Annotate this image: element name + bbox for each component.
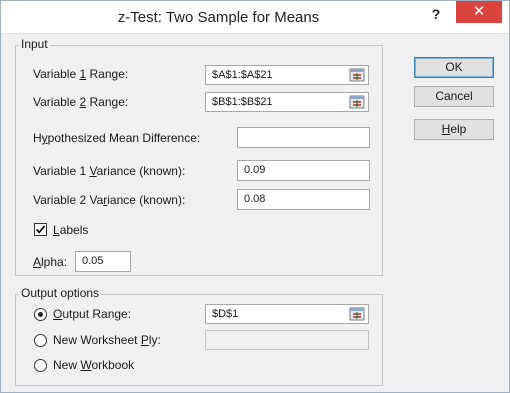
output-range-label[interactable]: Output Range:	[53, 307, 131, 321]
variable-2-range-value: $B$1:$B$21	[212, 96, 273, 108]
checkmark-icon	[35, 225, 46, 234]
hypothesized-mean-difference-input[interactable]	[237, 127, 370, 148]
variable-2-variance-label: Variable 2 Variance (known):	[33, 193, 186, 207]
variable-2-variance-input[interactable]: 0.08	[237, 189, 370, 210]
output-options-group-label: Output options	[19, 286, 102, 300]
new-worksheet-ply-input[interactable]	[205, 330, 369, 350]
range-selector-icon[interactable]	[347, 305, 367, 323]
radio-selected-dot	[38, 312, 43, 317]
new-worksheet-ply-radio[interactable]	[34, 334, 47, 347]
close-button[interactable]: ✕	[456, 1, 502, 23]
output-range-radio[interactable]	[34, 308, 47, 321]
new-worksheet-ply-label[interactable]: New Worksheet Ply:	[53, 333, 161, 347]
alpha-input[interactable]: 0.05	[75, 251, 131, 272]
new-workbook-radio[interactable]	[34, 359, 47, 372]
variable-1-range-label: Variable 1 Range:	[33, 67, 129, 81]
variable-1-variance-input[interactable]: 0.09	[237, 160, 370, 181]
variable-1-variance-label: Variable 1 Variance (known):	[33, 164, 186, 178]
help-button[interactable]: Help	[414, 119, 494, 140]
help-question-icon[interactable]: ?	[426, 6, 446, 26]
dialog-title: z-Test: Two Sample for Means	[117, 9, 320, 26]
variable-1-range-value: $A$1:$A$21	[212, 69, 273, 81]
output-range-input[interactable]: $D$1	[205, 304, 369, 324]
variable-2-range-label: Variable 2 Range:	[33, 95, 129, 109]
title-bar: z-Test: Two Sample for Means ? ✕	[1, 1, 509, 34]
cancel-button[interactable]: Cancel	[414, 86, 494, 107]
variable-2-range-input[interactable]: $B$1:$B$21	[205, 92, 369, 112]
ok-button[interactable]: OK	[414, 57, 494, 78]
hypothesized-mean-difference-label: Hypothesized Mean Difference:	[33, 131, 201, 145]
labels-checkbox[interactable]	[34, 223, 47, 236]
z-test-dialog: z-Test: Two Sample for Means ? ✕ Input V…	[0, 0, 510, 393]
input-group-label: Input	[19, 37, 50, 51]
range-selector-icon[interactable]	[347, 66, 367, 84]
output-range-value: $D$1	[212, 308, 239, 320]
alpha-label: Alpha:	[33, 255, 68, 269]
range-selector-icon[interactable]	[347, 93, 367, 111]
new-workbook-label[interactable]: New Workbook	[53, 358, 134, 372]
labels-label[interactable]: Labels	[53, 223, 88, 237]
variable-1-range-input[interactable]: $A$1:$A$21	[205, 65, 369, 85]
